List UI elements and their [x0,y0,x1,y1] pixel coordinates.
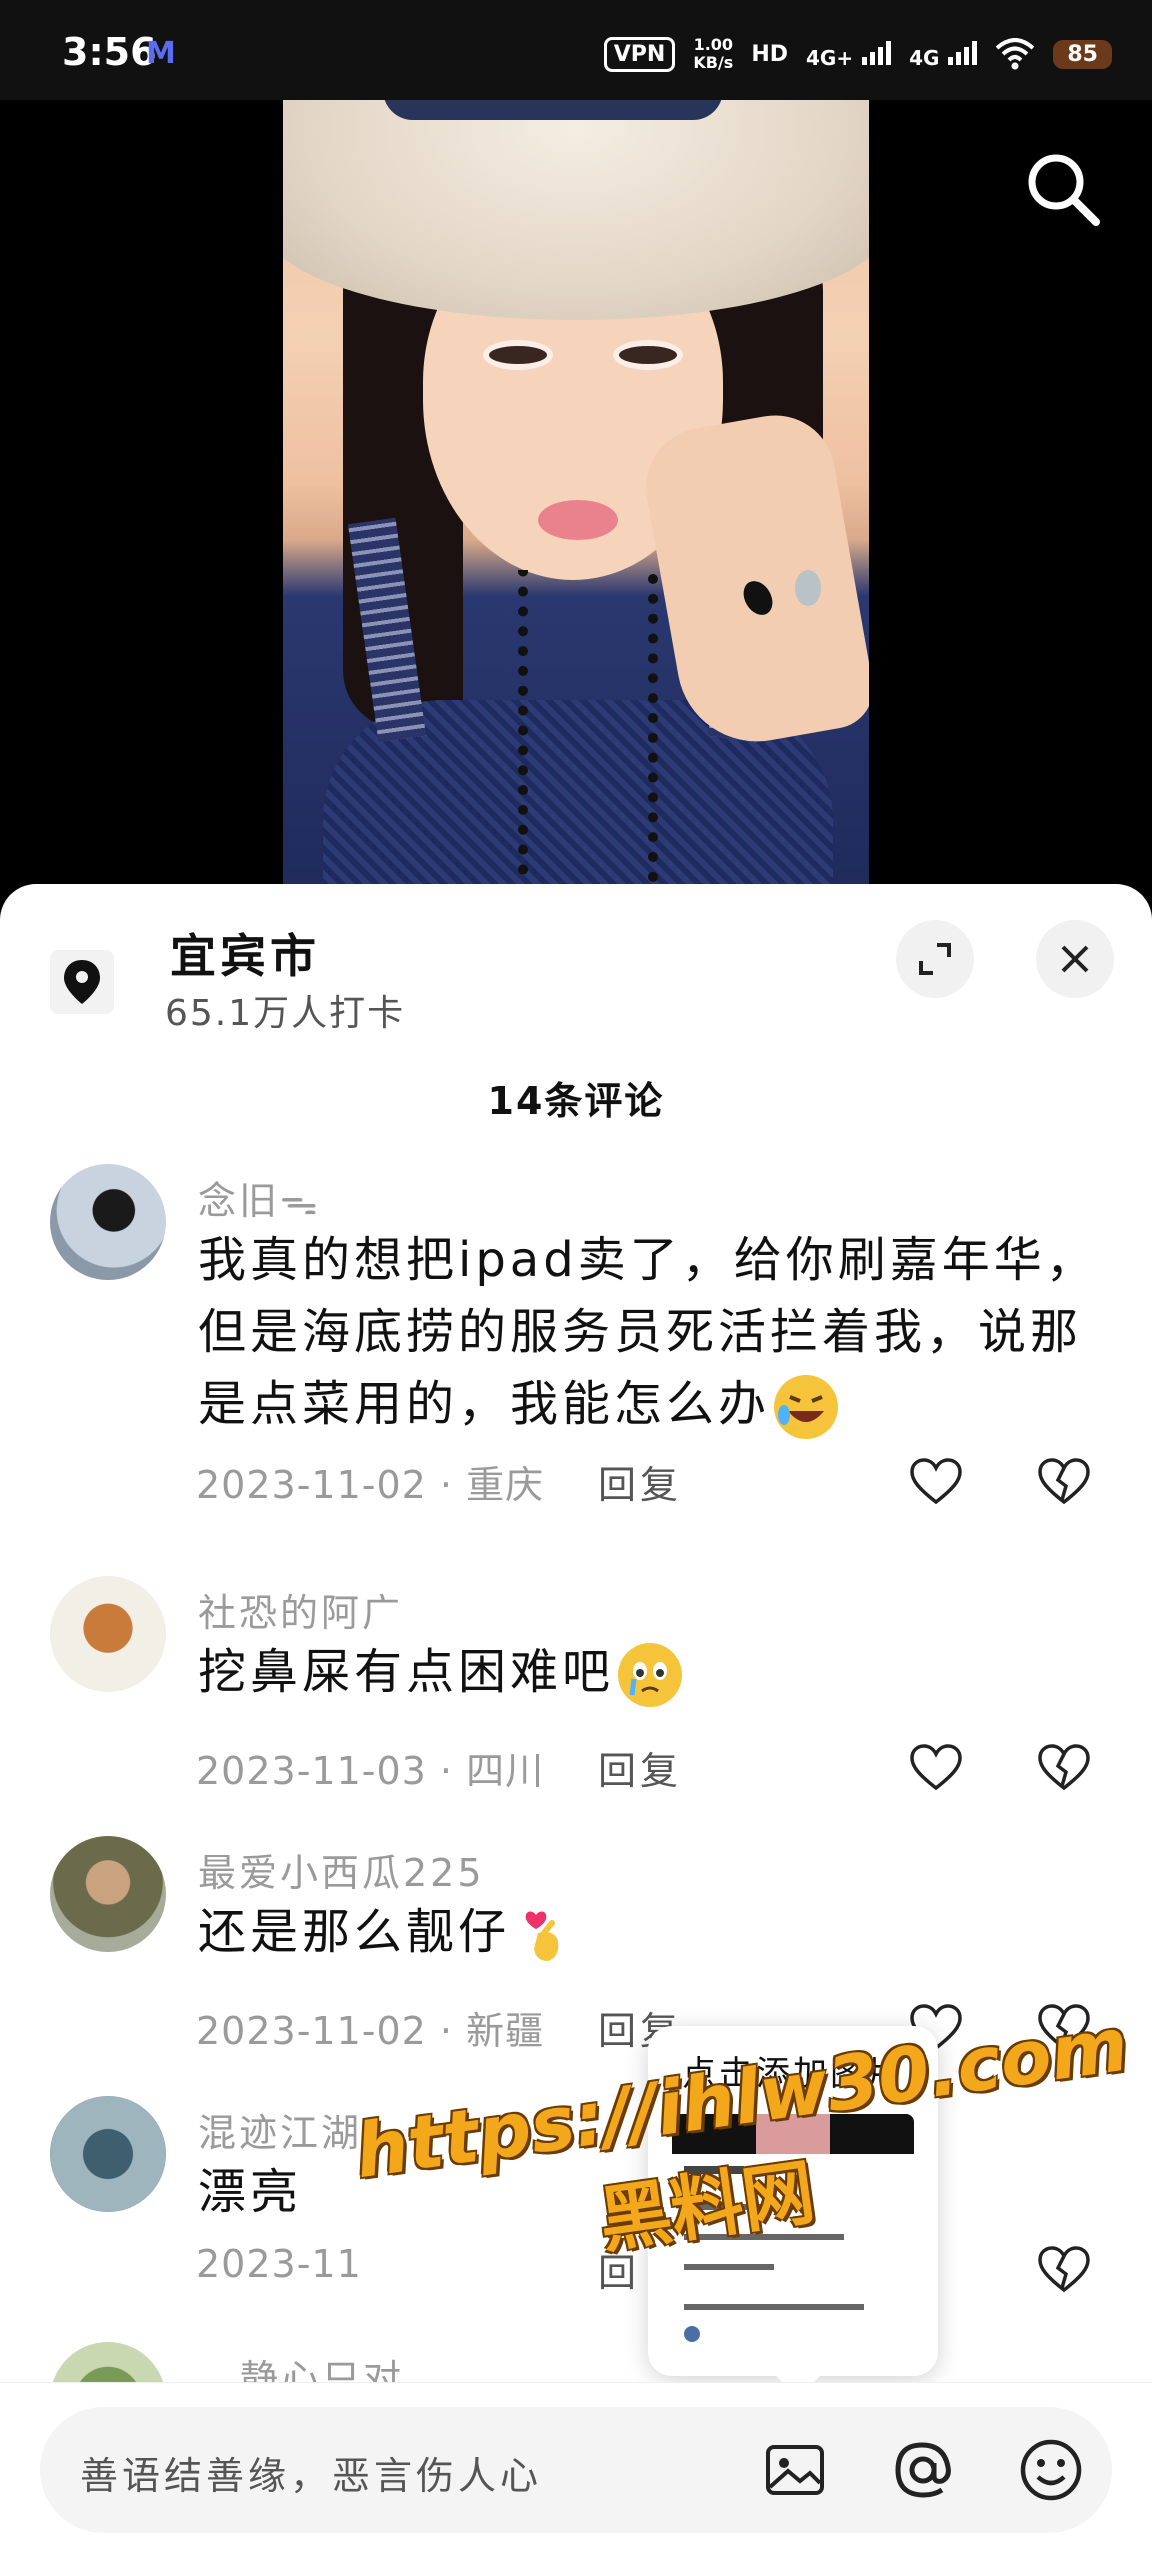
close-button[interactable] [1036,920,1114,998]
comment-text-body: 我真的想把ipad卖了，给你刷嘉年华，但是海底捞的服务员死活拦着我，说那是点菜用… [198,1232,1098,1432]
network-speed-unit: KB/s [693,53,734,72]
comment-text: 我真的想把ipad卖了，给你刷嘉年华，但是海底捞的服务员死活拦着我，说那是点菜用… [198,1224,1098,1440]
battery-level: 85 [1053,39,1112,69]
status-bar: 3:56 M VPN 1.00 KB/s HD 4G+ 4G 85 [0,0,1152,100]
comment-meta: 2023-11-02 · 新疆 [196,2009,545,2053]
network-speed-value: 1.00 [693,35,734,54]
comment-place: 新疆 [466,2009,545,2053]
comment-input[interactable]: 善语结善缘，恶言伤人心 [40,2407,1112,2533]
reply-button[interactable]: 回 [598,2242,640,2297]
comment-place: 重庆 [466,1463,545,1507]
screenshot-thumbnail[interactable] [672,2114,914,2354]
comment-input-bar: 善语结善缘，恶言伤人心 [0,2382,1152,2560]
video-player[interactable] [283,100,869,900]
comment-date: 2023-11-02 [196,2009,427,2053]
comment-date: 2023-11-02 [196,1463,427,1507]
signal-bars-icon [862,40,892,65]
search-icon[interactable] [1022,148,1102,228]
image-icon[interactable] [760,2435,830,2505]
broken-heart-icon[interactable] [1036,1740,1092,1796]
video-figure-nail [795,570,821,606]
location-checkins: 65.1万人打卡 [165,993,406,1034]
comment-input-placeholder: 善语结善缘，恶言伤人心 [80,2454,543,2498]
avatar[interactable] [50,1164,166,1280]
heart-icon[interactable] [908,1454,964,1510]
signal-bars-icon [948,40,978,65]
status-time: 3:56 [62,30,157,74]
app-notification-icon: M [146,36,176,71]
hd-badge: HD [751,41,788,67]
emoji-icon[interactable] [1016,2435,1086,2505]
heart-icon[interactable] [908,1740,964,1796]
signal-4g-label: 4G [909,45,940,70]
screenshot-thumbnail-preview [672,2114,914,2354]
screen: 3:56 M VPN 1.00 KB/s HD 4G+ 4G 85 宜宾市 65… [0,0,1152,2560]
comment-username[interactable]: 混迹江湖 [198,2102,362,2157]
broken-heart-icon[interactable] [1036,1454,1092,1510]
rofl-emoji-icon [774,1375,839,1439]
video-figure-eye [483,340,553,370]
reply-button[interactable]: 回复 [598,1454,682,1509]
broken-heart-icon[interactable] [1036,2000,1092,2056]
wifi-icon [996,38,1035,70]
reply-button[interactable]: 回复 [598,1740,682,1795]
comment-sheet: 宜宾市 65.1万人打卡 14条评论 念旧ᯓ 我真的想把ipad卖了，给你刷嘉年… [0,884,1152,2560]
finger-heart-emoji-icon [514,1903,578,1967]
comment-username[interactable]: 念旧ᯓ [198,1170,320,1226]
location-title[interactable]: 宜宾市 [170,920,320,986]
avatar[interactable] [50,1576,166,1692]
close-icon [1061,945,1089,973]
comment-date: 2023-11 [196,2242,362,2286]
video-figure-hat [283,100,869,320]
comments-count: 14条评论 [487,1079,665,1123]
video-figure-necklace [518,570,658,900]
comment-username[interactable]: 最爱小西瓜225 [198,1842,485,1897]
comment-text-body: 还是那么靓仔 [198,1904,511,1960]
comment-date: 2023-11-03 [196,1749,427,1793]
comment-place: 四川 [466,1749,545,1793]
status-indicators: VPN 1.00 KB/s HD 4G+ 4G 85 [603,36,1112,72]
comment-text: 挖鼻屎有点困难吧 [198,1636,1098,1708]
comment-meta: 2023-11-02 · 重庆 [196,1463,545,1507]
avatar[interactable] [50,1836,166,1952]
add-image-popup-title: 点击添加图片 [682,2054,904,2094]
vpn-badge: VPN [603,36,676,72]
signal-4g-plus: 4G+ [806,40,892,70]
signal-4g-plus-label: 4G+ [806,45,854,70]
comment-username[interactable]: 社恐的阿广 [198,1582,403,1637]
expand-button[interactable] [896,920,974,998]
video-figure-eye [613,340,683,370]
location-pin-icon [50,950,114,1014]
video-figure-lips [538,500,618,540]
comment-meta: 2023-11-03 · 四川 [196,1749,545,1793]
network-speed: 1.00 KB/s [693,36,733,72]
comment-text-body: 挖鼻屎有点困难吧 [198,1644,615,1700]
crying-emoji-icon [618,1643,683,1707]
expand-icon [919,943,951,975]
broken-heart-icon[interactable] [1036,2242,1092,2298]
signal-4g: 4G [909,40,978,70]
comment-text: 还是那么靓仔 [198,1896,1098,1968]
avatar[interactable] [50,2096,166,2212]
mention-icon[interactable] [888,2435,958,2505]
add-image-popup[interactable]: 点击添加图片 [648,2026,938,2398]
